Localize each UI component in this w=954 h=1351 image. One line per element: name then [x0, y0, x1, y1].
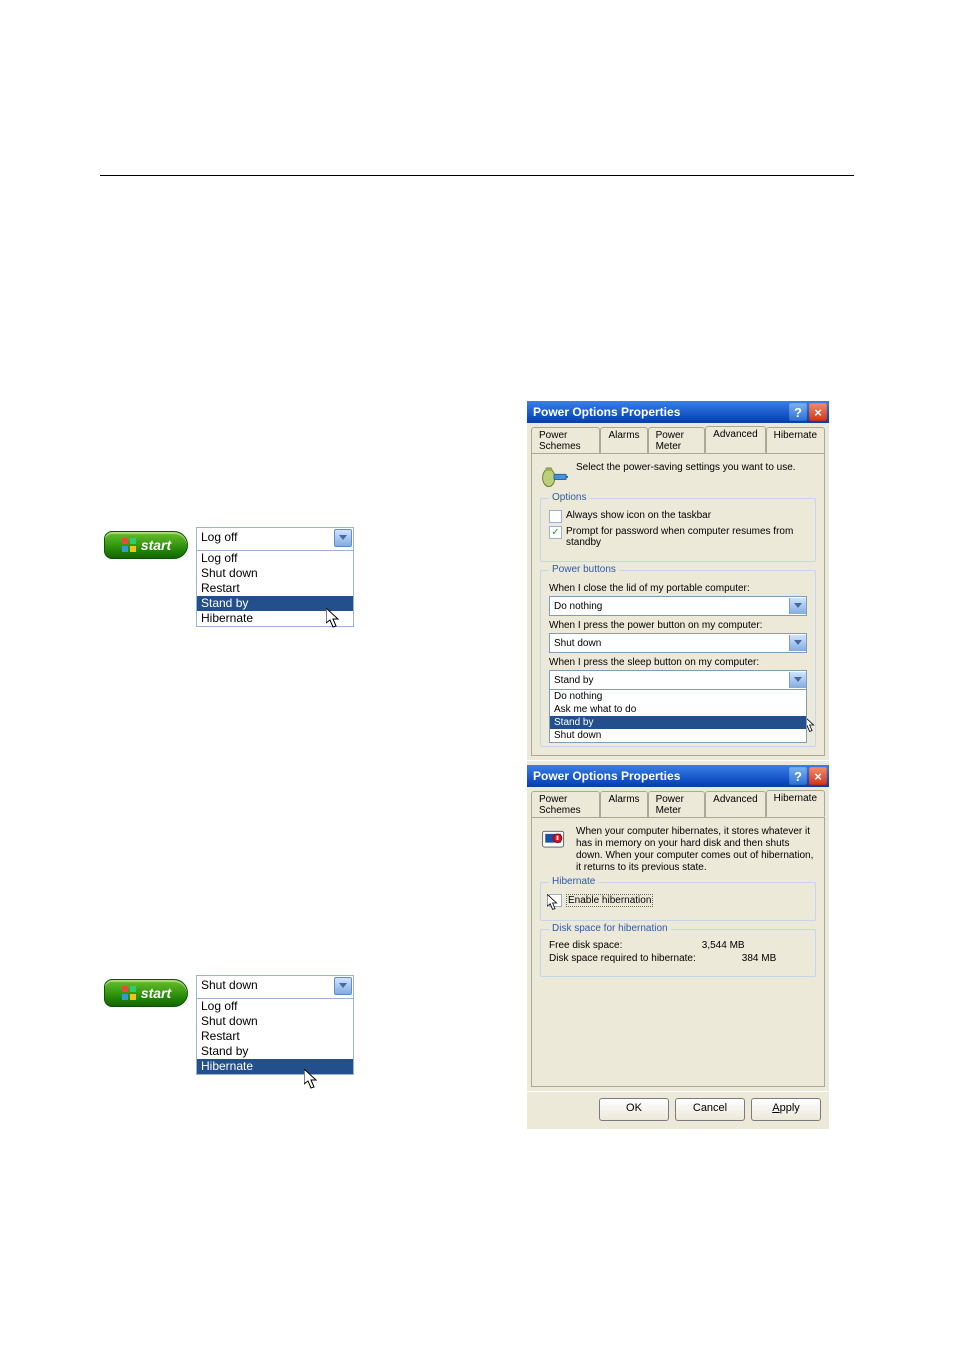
hibernate-group: Hibernate Enable hibernation	[540, 882, 816, 921]
options-legend: Options	[549, 492, 589, 503]
dropdown-selected: Log off	[201, 530, 237, 544]
title-bar[interactable]: Power Options Properties ? ×	[527, 401, 829, 423]
dropdown-option[interactable]: Hibernate	[197, 611, 353, 626]
help-icon[interactable]: ?	[789, 767, 807, 785]
power-options-dialog-hibernate: Power Options Properties ? × Power Schem…	[527, 765, 829, 1129]
title-bar[interactable]: Power Options Properties ? ×	[527, 765, 829, 787]
dropdown-selected-bar[interactable]: Log off	[197, 528, 353, 551]
disk-space-group: Disk space for hibernation Free disk spa…	[540, 929, 816, 977]
dropdown-option[interactable]: Shut down	[197, 1014, 353, 1029]
shutdown-dropdown[interactable]: Log off Log off Shut down Restart Stand …	[196, 527, 354, 627]
checkbox-box[interactable]	[549, 510, 562, 523]
apply-button[interactable]: Apply	[751, 1098, 821, 1121]
tab-alarms[interactable]: Alarms	[600, 791, 647, 818]
combo-option-selected[interactable]: Stand by	[550, 716, 806, 729]
dropdown-selected-bar[interactable]: Shut down	[197, 976, 353, 999]
sleep-button-options-list: Do nothing Ask me what to do Stand by Sh…	[549, 689, 807, 743]
lid-action-label: When I close the lid of my portable comp…	[549, 583, 807, 594]
combo-value: Shut down	[554, 638, 601, 649]
dropdown-option[interactable]: Log off	[197, 999, 353, 1014]
hibernate-legend: Hibernate	[549, 876, 598, 887]
checkbox-taskbar-icon[interactable]: Always show icon on the taskbar	[549, 510, 807, 523]
dialog-button-row: OK Cancel Apply	[527, 1091, 829, 1129]
checkbox-label: Prompt for password when computer resume…	[566, 526, 807, 548]
tab-power-meter[interactable]: Power Meter	[648, 791, 706, 818]
window-title: Power Options Properties	[533, 769, 680, 783]
chevron-down-icon[interactable]	[789, 598, 806, 614]
checkbox-label: Enable hibernation	[566, 894, 653, 907]
intro-row: When your computer hibernates, it stores…	[540, 826, 816, 874]
windows-flag-icon	[121, 985, 137, 1001]
disk-space-legend: Disk space for hibernation	[549, 923, 671, 934]
tab-power-schemes[interactable]: Power Schemes	[531, 427, 600, 454]
tab-alarms[interactable]: Alarms	[600, 427, 647, 454]
free-disk-label: Free disk space:	[549, 940, 699, 951]
power-buttons-legend: Power buttons	[549, 564, 619, 575]
chevron-down-icon[interactable]	[789, 672, 806, 688]
power-button-action-combo[interactable]: Shut down	[549, 633, 807, 653]
intro-text: Select the power-saving settings you wan…	[576, 462, 796, 473]
horizontal-rule	[100, 175, 854, 176]
dropdown-arrow-icon[interactable]	[334, 977, 352, 995]
start-label: start	[141, 980, 171, 1006]
start-label: start	[141, 532, 171, 558]
checkbox-enable-hibernation[interactable]: Enable hibernation	[549, 894, 807, 907]
dropdown-option-selected[interactable]: Stand by	[197, 596, 353, 611]
power-options-dialog-advanced: Power Options Properties ? × Power Schem…	[527, 401, 829, 798]
start-button[interactable]: start	[104, 531, 188, 559]
power-buttons-group: Power buttons When I close the lid of my…	[540, 570, 816, 747]
checkbox-prompt-password[interactable]: ✓ Prompt for password when computer resu…	[549, 526, 807, 548]
req-disk-value: 384 MB	[742, 953, 776, 964]
combo-value: Do nothing	[554, 601, 602, 612]
windows-flag-icon	[121, 537, 137, 553]
tab-hibernate[interactable]: Hibernate	[766, 427, 825, 454]
power-button-action-label: When I press the power button on my comp…	[549, 620, 807, 631]
tab-strip: Power Schemes Alarms Power Meter Advance…	[527, 423, 829, 453]
intro-row: Select the power-saving settings you wan…	[540, 462, 816, 490]
req-disk-label: Disk space required to hibernate:	[549, 953, 739, 964]
chevron-down-icon[interactable]	[789, 635, 806, 651]
sleep-button-action-combo[interactable]: Stand by Do nothing Ask me what to do St…	[549, 670, 807, 690]
battery-icon	[540, 462, 568, 490]
ok-button[interactable]: OK	[599, 1098, 669, 1121]
tab-power-meter[interactable]: Power Meter	[648, 427, 706, 454]
cancel-button[interactable]: Cancel	[675, 1098, 745, 1121]
dropdown-arrow-icon[interactable]	[334, 529, 352, 547]
tab-hibernate[interactable]: Hibernate	[766, 790, 825, 817]
dropdown-option[interactable]: Shut down	[197, 566, 353, 581]
intro-text: When your computer hibernates, it stores…	[576, 826, 816, 874]
combo-option[interactable]: Ask me what to do	[550, 703, 806, 716]
tab-body-hibernate: When your computer hibernates, it stores…	[531, 817, 825, 1087]
tab-power-schemes[interactable]: Power Schemes	[531, 791, 600, 818]
tab-strip: Power Schemes Alarms Power Meter Advance…	[527, 787, 829, 817]
help-icon[interactable]: ?	[789, 403, 807, 421]
dropdown-option[interactable]: Log off	[197, 551, 353, 566]
close-icon[interactable]: ×	[809, 767, 827, 785]
lid-action-combo[interactable]: Do nothing	[549, 596, 807, 616]
checkbox-box[interactable]	[549, 894, 562, 907]
shutdown-dropdown[interactable]: Shut down Log off Shut down Restart Stan…	[196, 975, 354, 1075]
tab-advanced[interactable]: Advanced	[705, 426, 765, 453]
free-disk-value: 3,544 MB	[702, 940, 745, 951]
combo-value: Stand by	[554, 675, 593, 686]
combo-option[interactable]: Shut down	[550, 729, 806, 742]
checkbox-label: Always show icon on the taskbar	[566, 510, 711, 521]
cursor-icon	[547, 894, 563, 912]
start-button[interactable]: start	[104, 979, 188, 1007]
sleep-button-action-label: When I press the sleep button on my comp…	[549, 657, 807, 668]
options-group: Options Always show icon on the taskbar …	[540, 498, 816, 562]
dropdown-option[interactable]: Restart	[197, 1029, 353, 1044]
combo-option[interactable]: Do nothing	[550, 690, 806, 703]
dropdown-option[interactable]: Stand by	[197, 1044, 353, 1059]
dropdown-option-selected[interactable]: Hibernate	[197, 1059, 353, 1074]
close-icon[interactable]: ×	[809, 403, 827, 421]
checkbox-box[interactable]: ✓	[549, 526, 562, 539]
dropdown-option[interactable]: Restart	[197, 581, 353, 596]
dropdown-selected: Shut down	[201, 978, 258, 992]
window-title: Power Options Properties	[533, 405, 680, 419]
tab-body-advanced: Select the power-saving settings you wan…	[531, 453, 825, 756]
tab-advanced[interactable]: Advanced	[705, 791, 765, 818]
hibernate-info-icon	[540, 826, 568, 854]
